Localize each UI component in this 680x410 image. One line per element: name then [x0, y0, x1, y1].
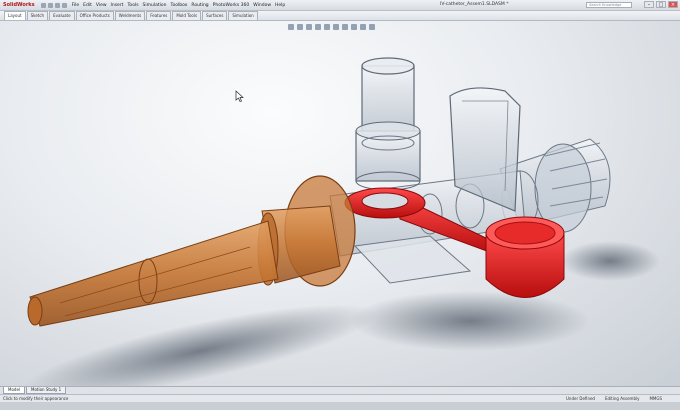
tab-sketch[interactable]: Sketch — [26, 11, 49, 20]
close-button[interactable]: × — [668, 1, 678, 8]
document-title: IV-catheter_Assem1.SLDASM * — [440, 2, 509, 7]
tab-model[interactable]: Model — [3, 387, 26, 394]
model-tabs: Model Motion Study 1 — [0, 386, 680, 394]
menu-simulation[interactable]: Simulation — [143, 3, 167, 8]
save-icon[interactable] — [54, 2, 60, 8]
menu-toolbox[interactable]: Toolbox — [171, 3, 188, 8]
menu-tools[interactable]: Tools — [127, 3, 138, 8]
tab-simulation[interactable]: Simulation — [228, 11, 258, 20]
maximize-button[interactable]: □ — [656, 1, 666, 8]
zoom-area-icon[interactable] — [297, 24, 303, 30]
previous-view-icon[interactable] — [306, 24, 312, 30]
new-document-icon[interactable] — [40, 2, 46, 8]
title-bar: SolidWorks File Edit View Insert Tools S… — [0, 0, 680, 11]
menu-view[interactable]: View — [96, 3, 107, 8]
catheter-tube-part[interactable] — [27, 220, 279, 327]
tab-motion-study[interactable]: Motion Study 1 — [26, 387, 67, 394]
mouse-cursor — [235, 90, 244, 102]
edit-appearance-icon[interactable] — [351, 24, 357, 30]
menu-routing[interactable]: Routing — [191, 3, 208, 8]
window-controls: – □ × — [644, 1, 678, 8]
menu-photoworks[interactable]: PhotoWorks 360 — [213, 3, 250, 8]
print-icon[interactable] — [61, 2, 67, 8]
taskbar-strip — [0, 402, 680, 410]
menu-bar: File Edit View Insert Tools Simulation T… — [72, 3, 286, 8]
menu-help[interactable]: Help — [275, 3, 285, 8]
minimize-button[interactable]: – — [644, 1, 654, 8]
tab-features[interactable]: Features — [146, 11, 172, 20]
tab-mold-tools[interactable]: Mold Tools — [172, 11, 202, 20]
display-style-icon[interactable] — [333, 24, 339, 30]
tab-evaluate[interactable]: Evaluate — [49, 11, 75, 20]
help-search-input[interactable]: Search Knowledge — [586, 2, 632, 8]
view-orientation-icon[interactable] — [324, 24, 330, 30]
menu-insert[interactable]: Insert — [111, 3, 124, 8]
menu-window[interactable]: Window — [253, 3, 271, 8]
tab-weldments[interactable]: Weldments — [114, 11, 146, 20]
menu-edit[interactable]: Edit — [83, 3, 92, 8]
injection-port-part[interactable] — [355, 57, 421, 191]
open-document-icon[interactable] — [47, 2, 53, 8]
tab-layout[interactable]: Layout — [4, 11, 26, 20]
graphics-viewport[interactable] — [0, 21, 680, 386]
quick-access-toolbar — [40, 2, 67, 8]
section-view-icon[interactable] — [315, 24, 321, 30]
tab-surfaces[interactable]: Surfaces — [202, 11, 228, 20]
apply-scene-icon[interactable] — [360, 24, 366, 30]
menu-file[interactable]: File — [72, 3, 80, 8]
app-logo: SolidWorks — [3, 2, 35, 8]
tab-office-products[interactable]: Office Products — [75, 11, 114, 20]
view-settings-icon[interactable] — [369, 24, 375, 30]
zoom-to-fit-icon[interactable] — [288, 24, 294, 30]
command-manager: Layout Sketch Evaluate Office Products W… — [0, 11, 680, 21]
heads-up-view-toolbar — [288, 24, 375, 30]
assembly-model[interactable] — [0, 21, 680, 386]
hide-show-icon[interactable] — [342, 24, 348, 30]
